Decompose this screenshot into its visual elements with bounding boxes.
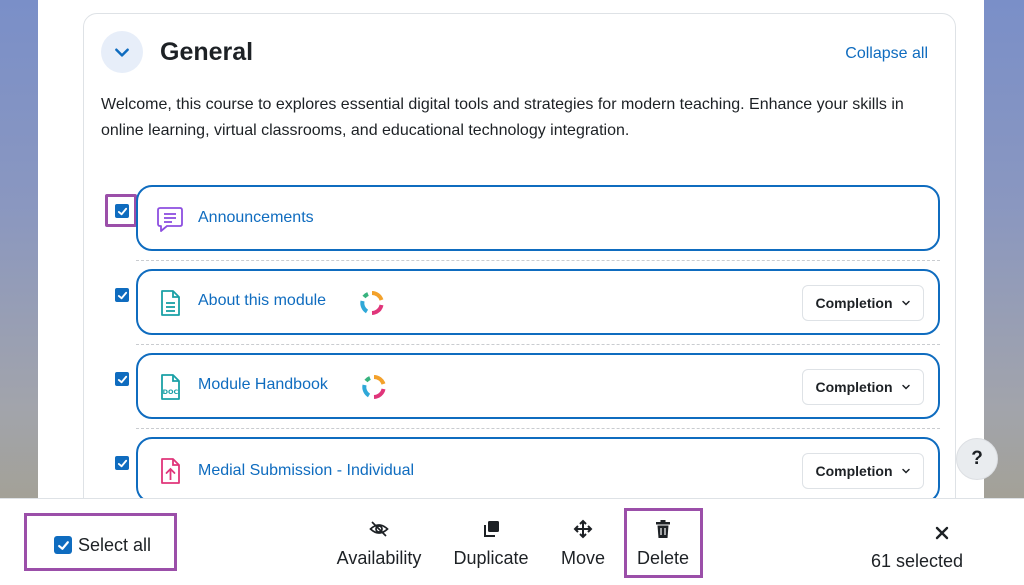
doc-file-icon: DOC (155, 372, 185, 402)
check-icon (117, 375, 127, 383)
completion-dropdown[interactable]: Completion (802, 453, 924, 489)
svg-text:DOC: DOC (163, 388, 179, 396)
divider (136, 344, 940, 345)
completion-dropdown[interactable]: Completion (802, 369, 924, 405)
chevron-down-icon (901, 384, 910, 390)
activity-checkbox-announcements[interactable] (115, 204, 129, 218)
section-card (83, 13, 956, 500)
activity-item-announcements[interactable]: Announcements (136, 185, 940, 251)
activity-checkbox-handbook[interactable] (115, 372, 129, 386)
chevron-down-icon (115, 48, 129, 57)
activity-checkbox-about[interactable] (115, 288, 129, 302)
activity-name[interactable]: Announcements (198, 209, 314, 227)
selected-count: 61 selected (871, 551, 964, 571)
eye-slash-icon (369, 521, 389, 537)
activity-name[interactable]: Medial Submission - Individual (198, 462, 414, 480)
chevron-down-icon (901, 468, 910, 474)
activity-name[interactable]: Module Handbook (198, 376, 328, 394)
completion-label: Completion (815, 463, 893, 479)
move-arrows-icon (573, 519, 593, 539)
assignment-icon (155, 456, 185, 486)
check-icon (117, 207, 127, 215)
collapse-all-link[interactable]: Collapse all (845, 45, 928, 63)
activity-item-module-handbook[interactable]: DOC Module Handbook Completion (136, 353, 940, 419)
duplicate-button[interactable]: Duplicate (451, 517, 531, 569)
help-button[interactable]: ? (956, 438, 998, 480)
select-all-highlight: Select all (24, 513, 177, 571)
chevron-down-icon (901, 300, 910, 306)
completion-label: Completion (815, 379, 893, 395)
forum-icon (155, 204, 185, 234)
page-icon (155, 288, 185, 318)
close-icon (935, 526, 949, 540)
activity-name[interactable]: About this module (198, 292, 326, 310)
course-page: General Collapse all Welcome, this cours… (38, 0, 984, 500)
activity-item-about-this-module[interactable]: About this module Completion (136, 269, 940, 335)
divider (136, 260, 940, 261)
delete-button[interactable]: Delete (632, 517, 694, 569)
select-all-checkbox[interactable] (54, 536, 72, 554)
completion-dropdown[interactable]: Completion (802, 285, 924, 321)
copy-icon (484, 521, 499, 537)
check-icon (57, 540, 69, 550)
section-summary: Welcome, this course to explores essenti… (101, 96, 904, 139)
check-icon (117, 459, 127, 467)
select-all-label[interactable]: Select all (78, 535, 151, 556)
availability-label: Availability (336, 548, 422, 568)
activity-item-medial-submission[interactable]: Medial Submission - Individual Completio… (136, 437, 940, 500)
activity-checkbox-medial-submission[interactable] (115, 456, 129, 470)
sync-status-icon (362, 375, 386, 399)
section-title: General (160, 38, 254, 66)
sync-status-icon (360, 291, 384, 315)
divider (136, 428, 940, 429)
help-label: ? (971, 448, 983, 469)
section-collapse-button[interactable] (101, 31, 143, 73)
close-bulk-edit-button[interactable] (932, 523, 952, 543)
bulk-edit-toolbar: Select all Availability Duplicate Move D… (0, 498, 1024, 585)
completion-label: Completion (815, 295, 893, 311)
move-button[interactable]: Move (558, 517, 608, 569)
trash-icon (656, 520, 670, 538)
availability-button[interactable]: Availability (334, 517, 424, 569)
duplicate-label: Duplicate (453, 548, 529, 568)
move-label: Move (560, 548, 605, 568)
check-icon (117, 291, 127, 299)
delete-label: Delete (636, 548, 690, 568)
